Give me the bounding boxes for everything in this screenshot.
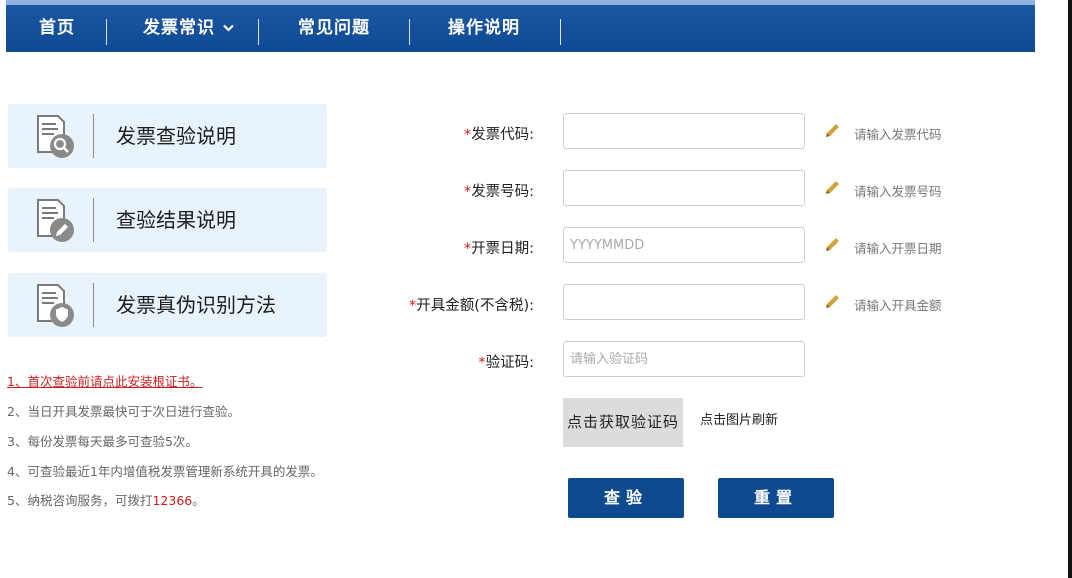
pencil-icon: [824, 179, 841, 196]
field-label-text: 开具金额(不含税):: [416, 298, 534, 314]
note-text: 。: [192, 493, 205, 508]
amount-hint: 请输入开具金额: [854, 298, 942, 313]
panel-label: 发票真伪识别方法: [116, 293, 276, 317]
note-item: 4、可查验最近1年内增值税发票管理新系统开具的发票。: [7, 464, 323, 479]
invoice-number-label: *发票号码:: [464, 180, 534, 201]
nav-divider: [106, 19, 107, 45]
check-button[interactable]: 查验: [568, 478, 684, 518]
reset-button[interactable]: 重置: [718, 478, 834, 518]
amount-label: *开具金额(不含税):: [409, 294, 534, 315]
nav-faq[interactable]: 常见问题: [298, 5, 370, 52]
panel-label: 查验结果说明: [116, 208, 236, 232]
field-label-text: 开票日期:: [471, 241, 534, 257]
chevron-down-icon: [223, 21, 234, 35]
field-label-text: 发票号码:: [471, 184, 534, 200]
nav-divider: [258, 19, 259, 45]
panel-result-instructions[interactable]: 查验结果说明: [8, 188, 327, 252]
nav-divider: [409, 19, 410, 45]
install-certificate-link[interactable]: 1、首次查验前请点此安装根证书。: [7, 371, 202, 390]
captcha-input[interactable]: [563, 341, 805, 377]
window-edge: [1068, 0, 1072, 578]
captcha-image[interactable]: 点击获取验证码: [563, 398, 683, 447]
captcha-refresh-hint: 点击图片刷新: [700, 413, 779, 428]
invoice-number-input[interactable]: [563, 170, 805, 206]
invoice-code-input[interactable]: [563, 113, 805, 149]
invoice-number-hint: 请输入发票号码: [854, 184, 942, 199]
pencil-icon: [824, 236, 841, 253]
note-item: 3、每份发票每天最多可查验5次。: [7, 434, 198, 449]
panel-label: 发票查验说明: [116, 124, 236, 148]
issue-date-input[interactable]: [563, 227, 805, 263]
note-item: 5、纳税咨询服务，可拨打12366。: [7, 490, 205, 509]
panel-authenticity-methods[interactable]: 发票真伪识别方法: [8, 273, 327, 337]
nav-home[interactable]: 首页: [39, 5, 75, 52]
field-label-text: 发票代码:: [471, 127, 534, 143]
document-edit-icon: [32, 196, 84, 244]
panel-divider: [93, 114, 94, 158]
field-label-text: 验证码:: [485, 355, 534, 371]
top-nav-bar: 首页 发票常识 常见问题 操作说明: [6, 0, 1035, 52]
captcha-label: *验证码:: [478, 351, 534, 372]
issue-date-hint: 请输入开票日期: [854, 241, 942, 256]
amount-input[interactable]: [563, 284, 805, 320]
note-text: 5、纳税咨询服务，可拨打: [7, 493, 153, 508]
pencil-icon: [824, 293, 841, 310]
panel-divider: [93, 198, 94, 242]
note-item: 2、当日开具发票最快可于次日进行查验。: [7, 404, 240, 419]
panel-check-instructions[interactable]: 发票查验说明: [8, 104, 327, 168]
nav-instructions[interactable]: 操作说明: [448, 5, 520, 52]
panel-divider: [93, 283, 94, 327]
document-search-icon: [32, 112, 84, 160]
nav-divider: [560, 19, 561, 45]
document-shield-icon: [32, 281, 84, 329]
invoice-code-label: *发票代码:: [464, 123, 534, 144]
nav-invoice-knowledge[interactable]: 发票常识: [143, 5, 234, 52]
invoice-code-hint: 请输入发票代码: [854, 127, 942, 142]
nav-invoice-knowledge-label: 发票常识: [143, 18, 215, 38]
required-mark: *: [478, 355, 486, 371]
issue-date-label: *开票日期:: [464, 237, 534, 258]
hotline-number: 12366: [152, 493, 193, 508]
pencil-icon: [824, 122, 841, 139]
